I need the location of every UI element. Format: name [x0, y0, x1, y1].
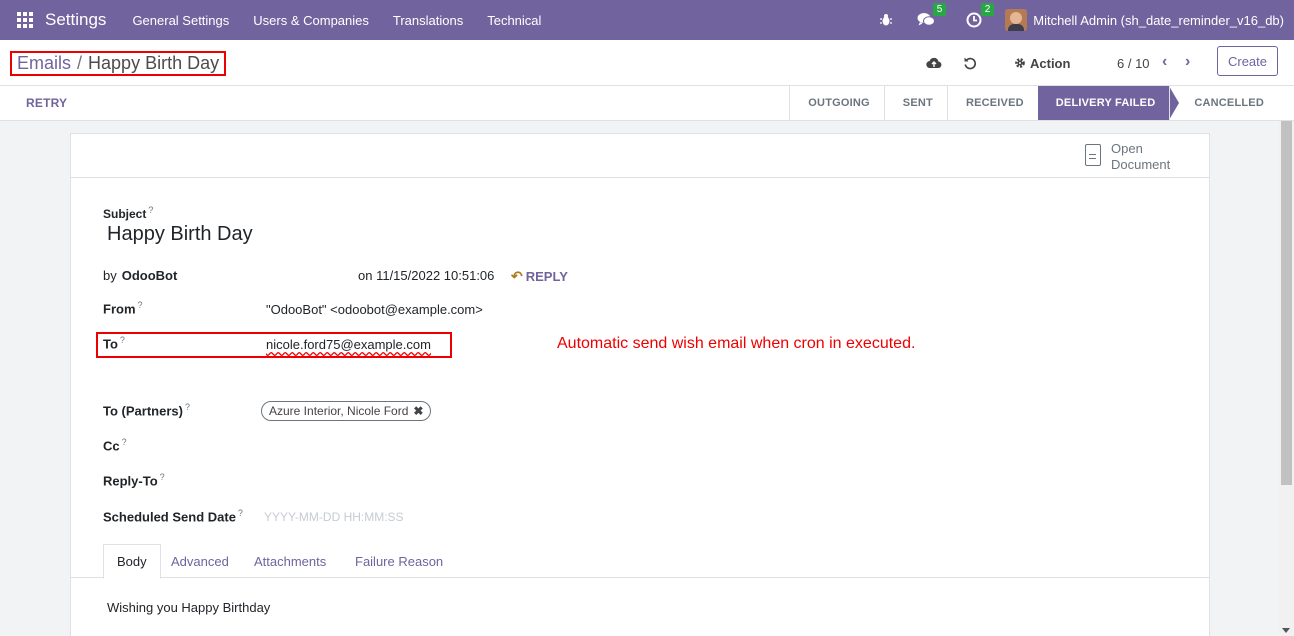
gear-icon: [1015, 58, 1025, 68]
discard-undo-icon[interactable]: [963, 53, 977, 73]
breadcrumb-separator: /: [77, 53, 83, 73]
open-document-label-line1: Open: [1111, 141, 1143, 156]
activities-count-badge: 2: [980, 3, 995, 16]
control-panel: Emails / Happy Birth Day Action 6 / 10 ‹…: [0, 40, 1294, 86]
from-label: From?: [103, 300, 143, 317]
stage-cancelled[interactable]: CANCELLED: [1169, 86, 1278, 120]
menu-translations[interactable]: Translations: [381, 13, 475, 28]
stage-sent[interactable]: SENT: [883, 86, 947, 120]
scrollbar-thumb[interactable]: [1281, 121, 1292, 485]
messages-count-badge: 5: [932, 3, 947, 16]
action-label: Action: [1030, 55, 1071, 71]
help-icon[interactable]: ?: [122, 437, 127, 447]
notebook-tabs: Body Advanced Attachments Failure Reason: [71, 544, 1209, 579]
to-partners-label: To (Partners)?: [103, 402, 190, 419]
partner-tag[interactable]: Azure Interior, Nicole Ford ✖: [261, 401, 432, 421]
reply-to-label: Reply-To?: [103, 472, 165, 489]
reply-label: REPLY: [525, 269, 568, 284]
remove-tag-close-icon[interactable]: ✖: [413, 404, 423, 418]
partner-tag-label: Azure Interior, Nicole Ford: [269, 404, 409, 418]
scroll-down-arrow-icon[interactable]: [1282, 628, 1290, 633]
apps-menu-icon[interactable]: [17, 12, 33, 28]
to-value[interactable]: nicole.ford75@example.com: [266, 337, 431, 352]
menu-general-settings[interactable]: General Settings: [120, 13, 241, 28]
debug-bug-icon[interactable]: [877, 11, 895, 29]
breadcrumb-emails-link[interactable]: Emails: [17, 53, 71, 74]
to-label: To?: [103, 335, 125, 352]
pager-previous-chevron-left-icon[interactable]: ‹: [1162, 53, 1167, 71]
action-menu-button[interactable]: Action: [1014, 53, 1070, 73]
scheduled-send-date-input[interactable]: YYYY-MM-DD HH:MM:SS: [264, 510, 404, 524]
message-date: on 11/15/2022 10:51:06: [358, 268, 495, 283]
annotation-note: Automatic send wish email when cron in e…: [557, 335, 916, 352]
author-name: OdooBot: [121, 268, 178, 283]
tab-body[interactable]: Body: [103, 544, 161, 579]
stage-outgoing[interactable]: OUTGOING: [789, 86, 884, 120]
help-icon[interactable]: ?: [138, 300, 143, 310]
status-bar: RETRY OUTGOING SENT RECEIVED DELIVERY FA…: [0, 86, 1294, 121]
status-stages: OUTGOING SENT RECEIVED DELIVERY FAILED C…: [789, 86, 1278, 120]
help-icon[interactable]: ?: [185, 402, 190, 412]
user-avatar[interactable]: [1005, 9, 1028, 31]
by-prefix: by: [103, 268, 117, 283]
pager-value[interactable]: 6 / 10: [1117, 53, 1150, 73]
breadcrumb: Emails / Happy Birth Day: [10, 51, 227, 76]
author-line: by OdooBot: [103, 268, 177, 283]
help-icon[interactable]: ?: [148, 205, 153, 215]
document-icon: [1085, 144, 1101, 166]
scheduled-send-date-label: Scheduled Send Date?: [103, 508, 243, 525]
menu-technical[interactable]: Technical: [475, 13, 553, 28]
subject-label: Subject?: [103, 205, 154, 221]
tab-advanced[interactable]: Advanced: [158, 544, 242, 578]
email-body-text[interactable]: Wishing you Happy Birthday: [107, 600, 270, 615]
pager-next-chevron-right-icon[interactable]: ›: [1185, 53, 1190, 71]
open-document-button[interactable]: Open Document: [1085, 141, 1170, 173]
menu-users-companies[interactable]: Users & Companies: [241, 13, 381, 28]
stage-received[interactable]: RECEIVED: [946, 86, 1038, 120]
smart-button-box: Open Document: [71, 134, 1209, 178]
top-navbar: Settings General Settings Users & Compan…: [0, 0, 1294, 40]
help-icon[interactable]: ?: [120, 335, 125, 345]
open-document-label-line2: Document: [1111, 157, 1171, 172]
activities-clock-icon[interactable]: 2: [965, 3, 995, 29]
from-value[interactable]: "OdooBot" <odoobot@example.com>: [266, 302, 483, 317]
tab-attachments[interactable]: Attachments: [241, 544, 339, 578]
user-menu[interactable]: Mitchell Admin (sh_date_reminder_v16_db): [1033, 13, 1284, 28]
stage-delivery-failed[interactable]: DELIVERY FAILED: [1037, 86, 1179, 120]
subject-value[interactable]: Happy Birth Day: [107, 223, 253, 246]
retry-button[interactable]: RETRY: [26, 96, 67, 110]
create-button[interactable]: Create: [1217, 46, 1278, 76]
page-scrollbar[interactable]: [1279, 121, 1294, 636]
form-sheet: Open Document Subject? Happy Birth Day b…: [70, 133, 1210, 636]
save-cloud-upload-icon[interactable]: [926, 53, 942, 73]
help-icon[interactable]: ?: [238, 508, 243, 518]
help-icon[interactable]: ?: [160, 472, 165, 482]
tab-failure-reason[interactable]: Failure Reason: [342, 544, 456, 578]
breadcrumb-current: Happy Birth Day: [88, 53, 220, 73]
reply-button[interactable]: ↶ REPLY: [511, 268, 568, 285]
messages-chat-icon[interactable]: 5: [917, 3, 947, 29]
cc-label: Cc?: [103, 437, 127, 454]
reply-arrow-icon: ↶: [511, 268, 523, 284]
app-title[interactable]: Settings: [45, 10, 106, 30]
